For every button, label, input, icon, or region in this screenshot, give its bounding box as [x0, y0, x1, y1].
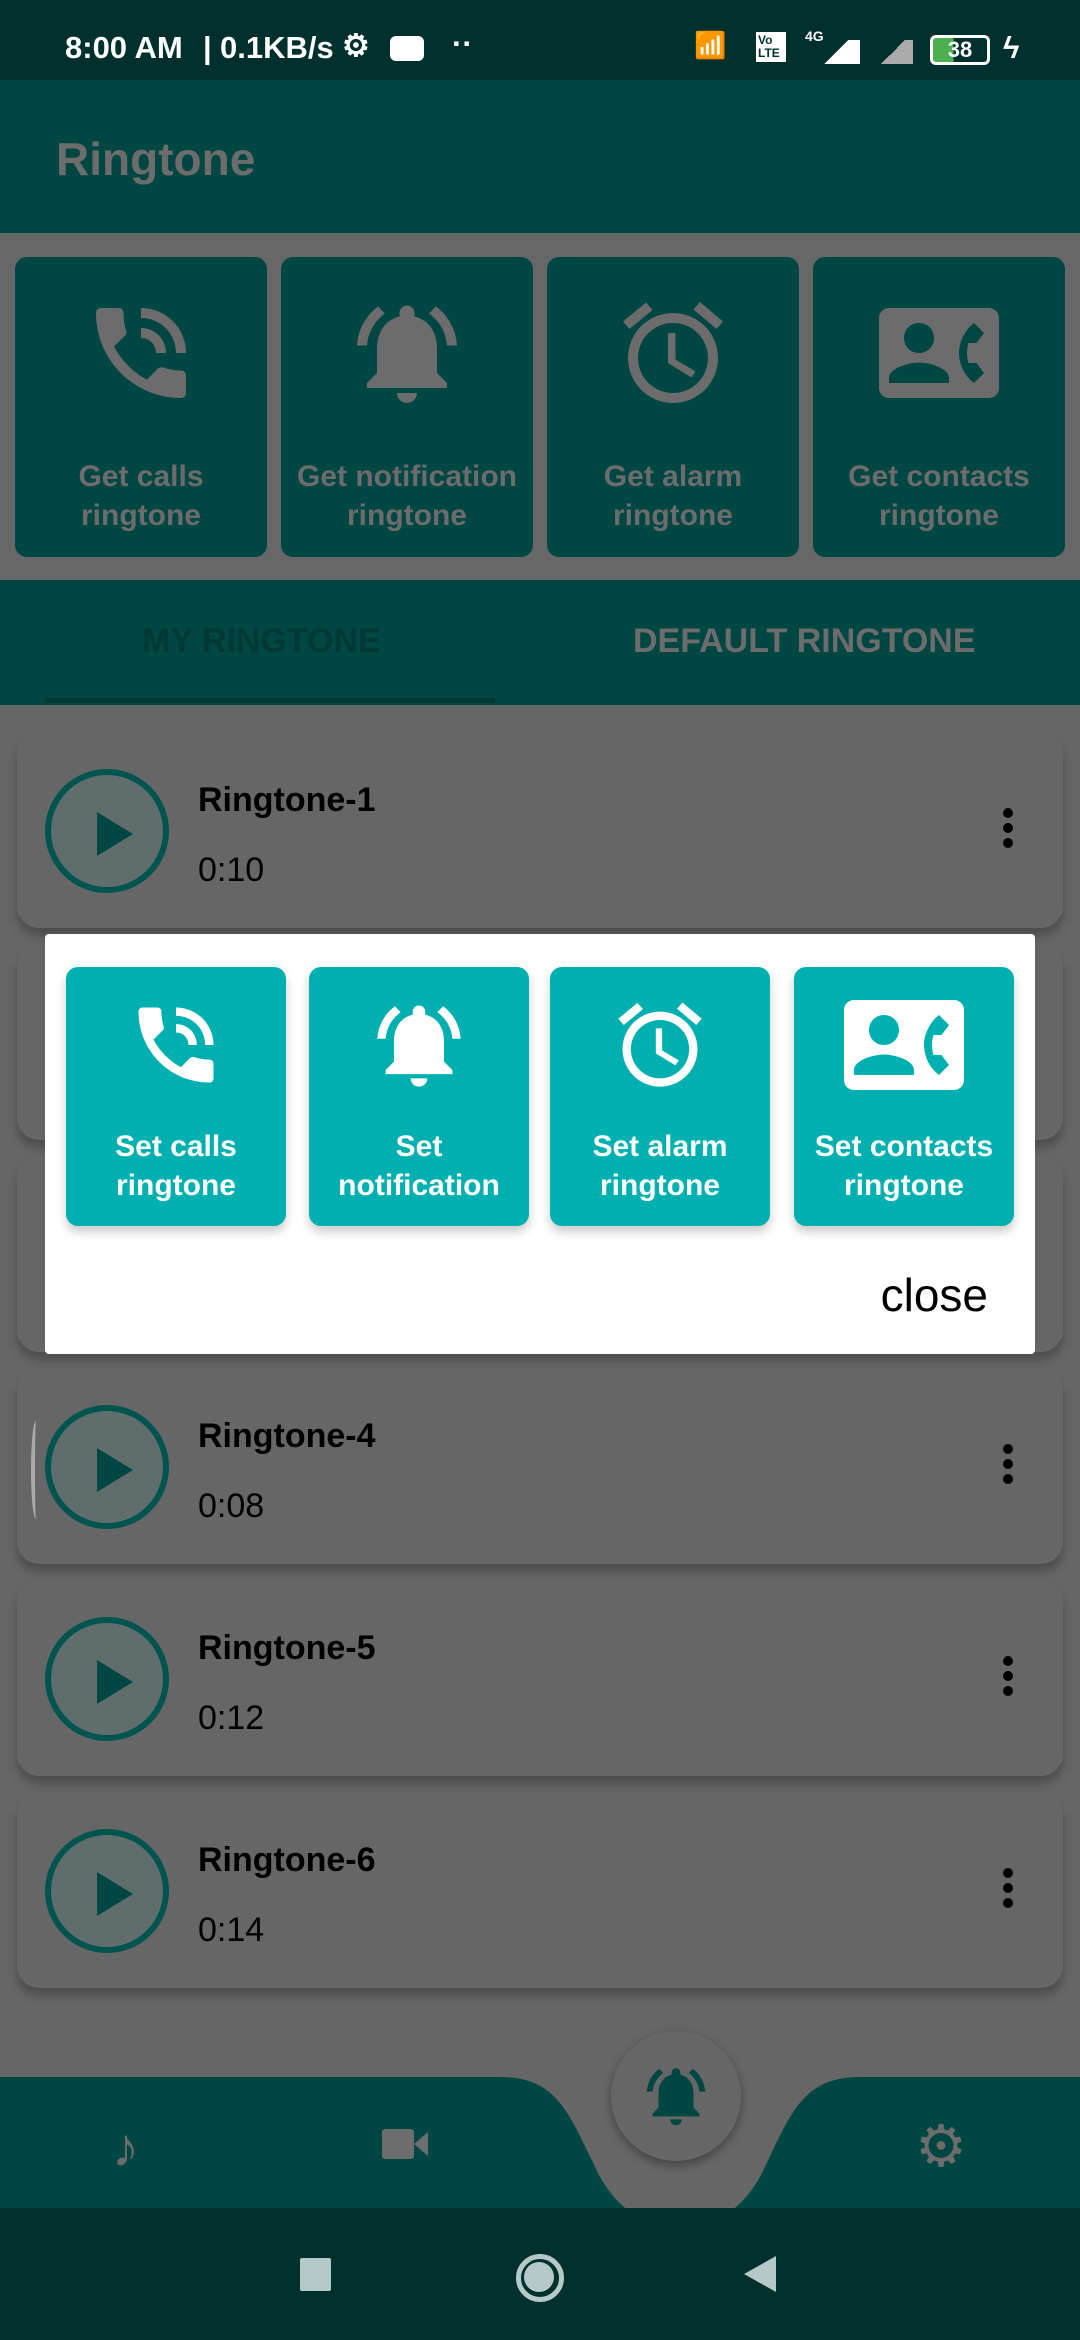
ringtone-item[interactable]: Ringtone-1 0:10 [17, 733, 1063, 928]
back-button[interactable] [744, 2256, 776, 2292]
quick-action-label: Get notification ringtone [297, 460, 517, 532]
get-contacts-ringtone-button[interactable]: Get contacts ringtone [813, 257, 1065, 557]
set-notification-button[interactable]: Set notification [309, 967, 529, 1226]
get-calls-ringtone-button[interactable]: Get calls ringtone [15, 257, 267, 557]
gear-icon: ⚙ [342, 28, 370, 63]
ringtone-name: Ringtone-1 [198, 781, 376, 819]
dialog-button-label: Set alarm ringtone [592, 1130, 728, 1202]
contact-phone-icon [879, 308, 999, 398]
ringtone-item[interactable]: Ringtone-6 0:14 [17, 1793, 1063, 1988]
more-options-icon[interactable] [1003, 1444, 1013, 1489]
tab-my-ringtone[interactable]: MY RINGTONE [142, 622, 381, 661]
set-ringtone-dialog: Set calls ringtone Set notification Set … [45, 934, 1035, 1354]
ringtone-item[interactable]: Ringtone-5 0:12 [17, 1581, 1063, 1776]
ringtone-duration: 0:12 [198, 1699, 265, 1737]
more-options-icon[interactable] [1003, 1656, 1013, 1701]
ringtone-duration: 0:14 [198, 1911, 265, 1949]
bell-ringing-icon [646, 2068, 706, 2126]
tab-default-ringtone[interactable]: DEFAULT RINGTONE [633, 622, 976, 661]
play-button[interactable] [45, 1829, 169, 1953]
ringtone-item[interactable]: Ringtone-4 0:08 [17, 1369, 1063, 1564]
close-button[interactable]: close [881, 1268, 988, 1322]
music-note-icon[interactable]: ♪ [112, 2117, 139, 2179]
more-options-icon[interactable] [1003, 808, 1013, 853]
ringtone-duration: 0:10 [198, 851, 265, 889]
play-button[interactable] [45, 769, 169, 893]
more-notifications-icon: ·· [452, 26, 473, 61]
ripple-indicator [31, 1421, 41, 1519]
volte-icon: Vo LTE [756, 32, 786, 62]
tab-bar: MY RINGTONE DEFAULT RINGTONE [0, 580, 1080, 705]
phone-ringing-icon [138, 1007, 214, 1083]
play-button[interactable] [45, 1405, 169, 1529]
bottom-navigation: ♪ ⚙ [0, 2077, 1080, 2208]
play-button[interactable] [45, 1617, 169, 1741]
more-options-icon[interactable] [1003, 1868, 1013, 1913]
dialog-button-label: Set calls ringtone [115, 1130, 237, 1202]
set-contacts-ringtone-button[interactable]: Set contacts ringtone [794, 967, 1014, 1226]
signal-icon [812, 40, 860, 64]
recents-button[interactable] [300, 2258, 331, 2291]
set-calls-ringtone-button[interactable]: Set calls ringtone [66, 967, 286, 1226]
app-bar: Ringtone [0, 80, 1080, 233]
ringtone-name: Ringtone-5 [198, 1629, 376, 1667]
wifi-icon: 📶 [694, 30, 727, 60]
bell-ringing-icon [377, 1005, 461, 1087]
alarm-clock-icon [623, 302, 723, 403]
gear-icon[interactable]: ⚙ [915, 2112, 967, 2180]
video-camera-lens [414, 2132, 428, 2156]
bell-ringing-icon [357, 305, 457, 403]
system-navigation-bar [0, 2208, 1080, 2340]
quick-actions: Get calls ringtone Get notification ring… [0, 233, 1080, 580]
youtube-icon [390, 36, 424, 61]
tab-indicator [45, 698, 495, 703]
quick-action-label: Get alarm ringtone [603, 460, 743, 532]
status-bar: 8:00 AM | 0.1KB/s ⚙ ·· 📶 Vo LTE 4G 38 ϟ [0, 0, 1080, 80]
dialog-button-label: Set notification [338, 1130, 500, 1202]
alarm-clock-icon [618, 1002, 702, 1087]
phone-ringing-icon [96, 308, 186, 398]
charging-icon: ϟ [1003, 30, 1020, 65]
contact-phone-icon [844, 1000, 964, 1090]
network-speed: 0.1KB/s [220, 30, 334, 65]
ringtone-duration: 0:08 [198, 1487, 265, 1525]
quick-action-label: Get contacts ringtone [848, 460, 1030, 532]
dialog-button-label: Set contacts ringtone [814, 1130, 994, 1202]
battery-icon: 38 [930, 35, 990, 65]
get-alarm-ringtone-button[interactable]: Get alarm ringtone [547, 257, 799, 557]
video-camera-icon[interactable] [382, 2129, 414, 2159]
signal-icon-2 [873, 40, 913, 64]
page-title: Ringtone [56, 133, 256, 185]
fab-button[interactable] [611, 2031, 741, 2161]
get-notification-ringtone-button[interactable]: Get notification ringtone [281, 257, 533, 557]
ringtone-name: Ringtone-6 [198, 1841, 376, 1879]
home-button[interactable] [516, 2254, 564, 2302]
set-alarm-ringtone-button[interactable]: Set alarm ringtone [550, 967, 770, 1226]
status-time: 8:00 AM [65, 30, 183, 65]
status-separator: | [203, 30, 212, 65]
ringtone-name: Ringtone-4 [198, 1417, 376, 1455]
quick-action-label: Get calls ringtone [78, 460, 204, 532]
